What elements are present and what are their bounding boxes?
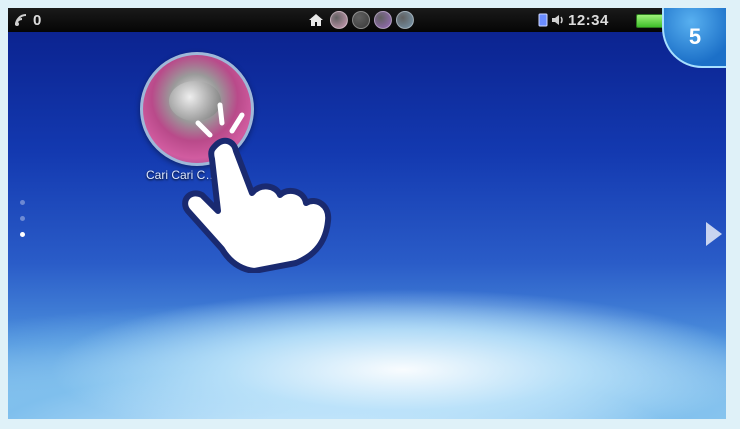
device-screen: 0 12:34 5 Cari Cari C…n xyxy=(8,8,726,419)
status-center-icons xyxy=(308,8,416,32)
tapping-hand-icon xyxy=(182,102,332,273)
app-bubble-icon[interactable] xyxy=(330,11,348,29)
notification-count: 0 xyxy=(33,11,42,29)
page-dot-active[interactable] xyxy=(20,232,25,237)
sd-card-icon xyxy=(538,13,548,27)
signal-group: 0 xyxy=(14,8,42,32)
home-icon[interactable] xyxy=(308,13,324,27)
page-number: 5 xyxy=(688,24,702,49)
clock: 12:34 xyxy=(568,11,609,29)
status-bar: 0 12:34 xyxy=(8,8,726,32)
page-dot[interactable] xyxy=(20,200,25,205)
app-bubble-icon[interactable] xyxy=(352,11,370,29)
page-dots xyxy=(20,200,25,248)
wallpaper xyxy=(8,8,726,419)
volume-icon xyxy=(552,15,563,25)
signal-icon xyxy=(15,14,27,26)
chevron-right-icon[interactable] xyxy=(706,222,722,246)
status-right-group: 12:34 xyxy=(538,8,609,32)
page-dot[interactable] xyxy=(20,216,25,221)
app-bubble-icon[interactable] xyxy=(374,11,392,29)
app-bubble-icon[interactable] xyxy=(396,11,414,29)
